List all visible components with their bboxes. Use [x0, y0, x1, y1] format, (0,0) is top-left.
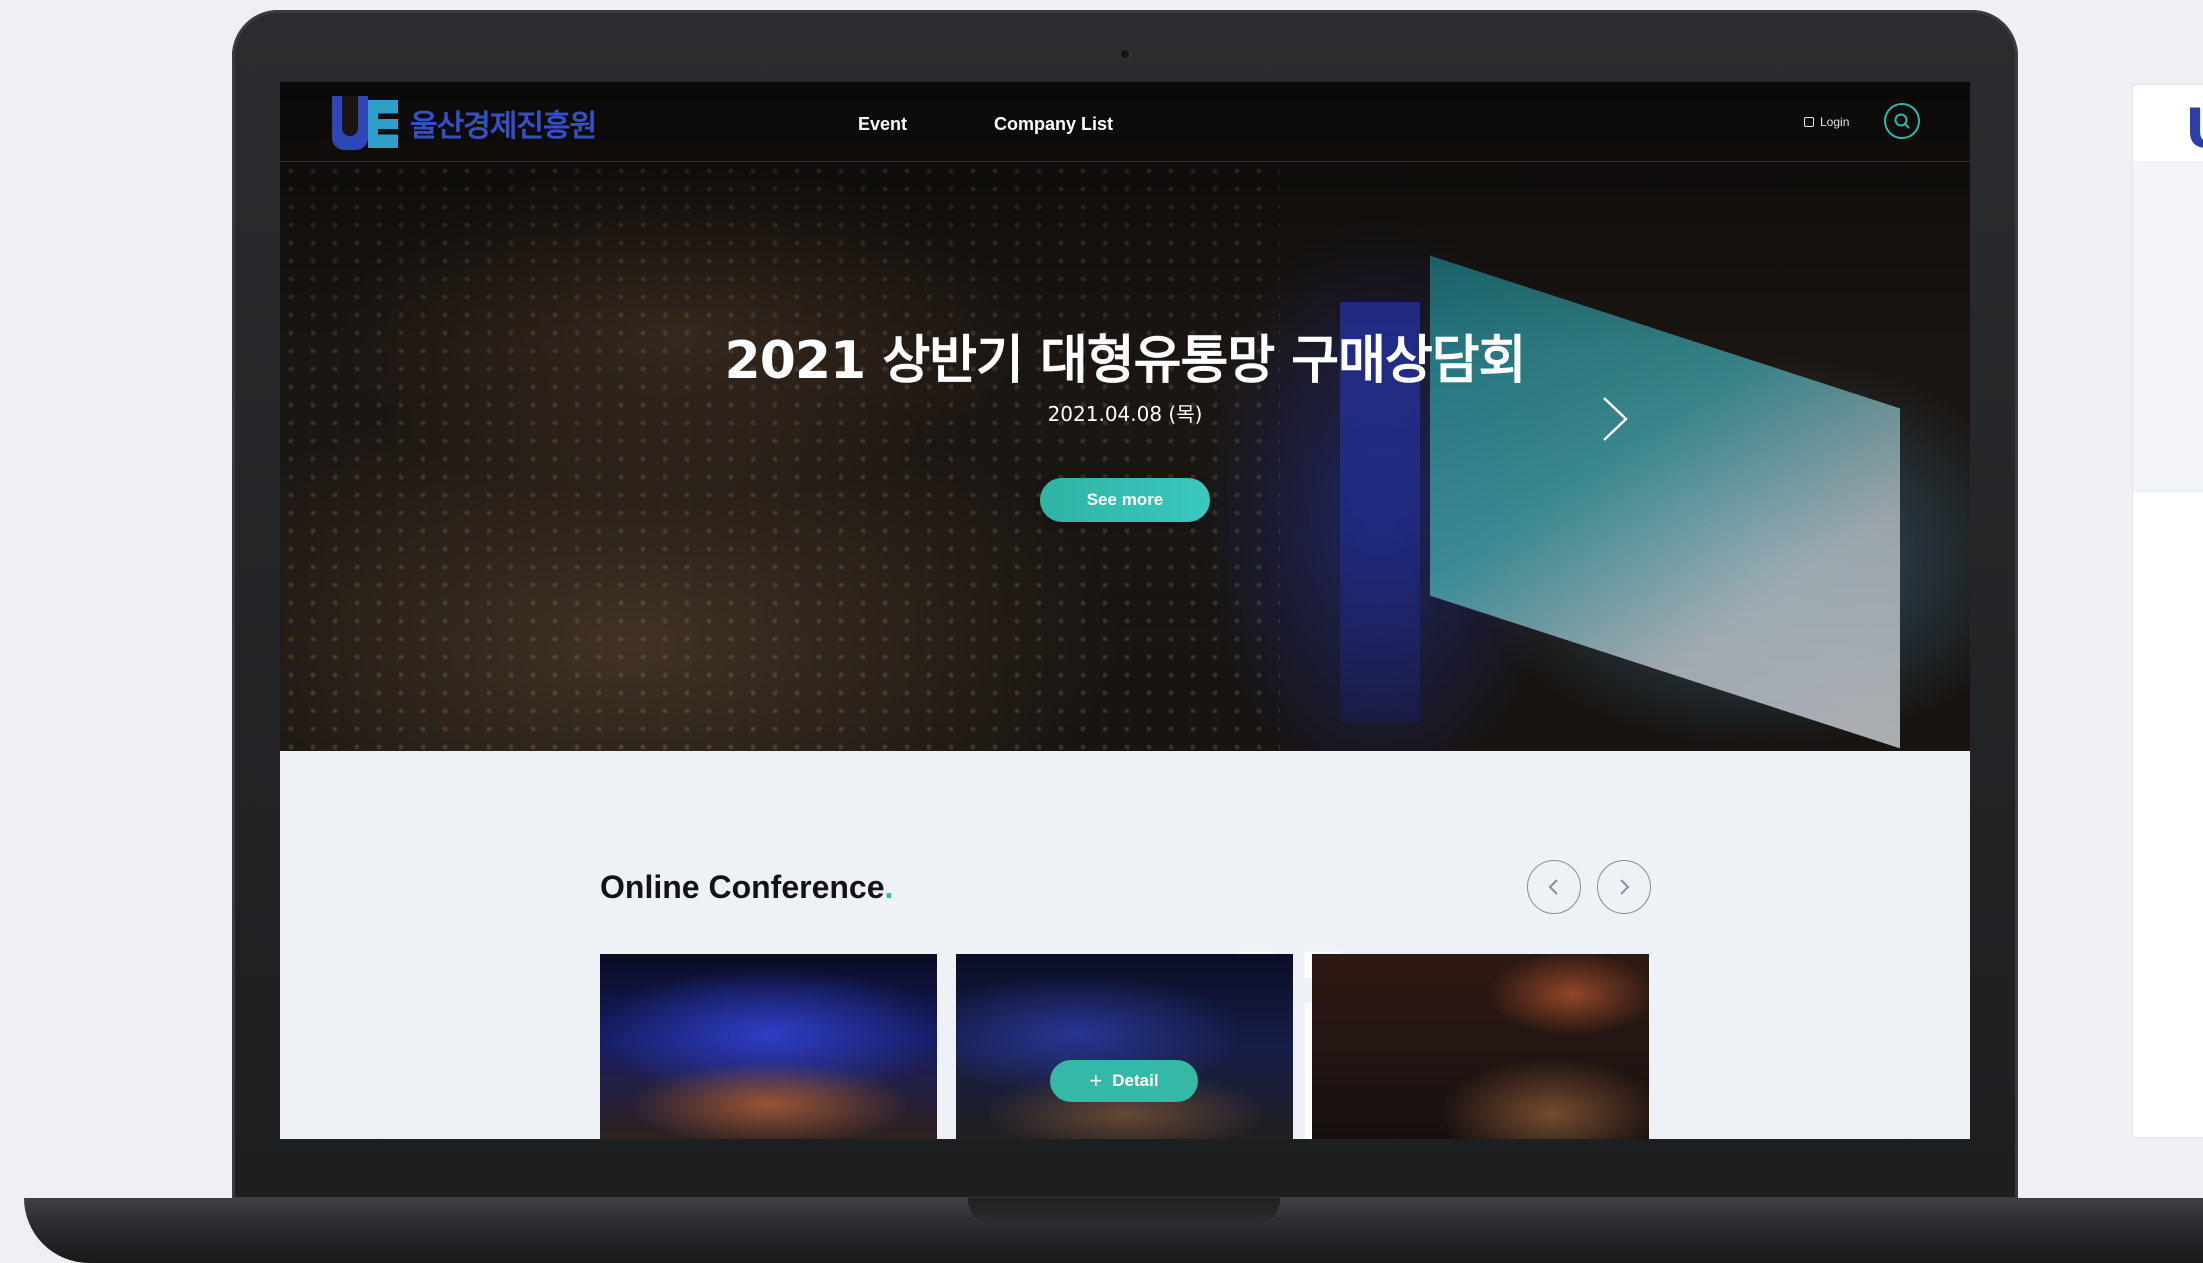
search-button[interactable] — [1884, 103, 1920, 139]
login-link[interactable]: Login — [1804, 115, 1849, 129]
hero-next-arrow-icon[interactable] — [1600, 394, 1630, 444]
conference-card[interactable] — [1312, 954, 1649, 1139]
conference-card-image — [1312, 954, 1649, 1139]
hero-banner: 울산경제진흥원 Event Company List Login 2021 상반… — [280, 82, 1970, 752]
carousel-prev-button[interactable] — [1527, 860, 1581, 914]
side-preview-hero — [2133, 163, 2203, 493]
nav-link-company-list[interactable]: Company List — [994, 114, 1113, 135]
conference-card[interactable]: + Detail — [956, 954, 1293, 1139]
chevron-left-icon — [1548, 879, 1558, 895]
section-title-dot: . — [884, 869, 894, 905]
chevron-right-icon — [1620, 879, 1630, 895]
conference-card-image — [600, 954, 937, 1139]
logo-mark-icon — [332, 96, 400, 150]
laptop-notch — [968, 1198, 1280, 1224]
conference-card-image — [956, 954, 1293, 1139]
site-logo[interactable]: 울산경제진흥원 — [332, 94, 597, 152]
camera-icon — [1119, 48, 1131, 60]
side-preview-card: U — [2132, 84, 2203, 1138]
logo-text: 울산경제진흥원 — [410, 109, 597, 144]
hero-date: 2021.04.08 (목) — [1047, 402, 1203, 426]
top-nav: 울산경제진흥원 Event Company List Login — [280, 82, 1970, 162]
nav-link-event[interactable]: Event — [858, 114, 907, 135]
section-title-text: Online Conference — [600, 869, 885, 905]
conference-card[interactable] — [600, 954, 937, 1139]
detail-label: Detail — [1112, 1071, 1159, 1090]
login-label: Login — [1820, 115, 1850, 129]
search-icon — [1894, 113, 1910, 129]
side-preview-logo: U — [2185, 97, 2203, 160]
plus-icon: + — [1089, 1068, 1103, 1093]
detail-button[interactable]: + Detail — [1050, 1060, 1198, 1102]
login-icon — [1804, 117, 1814, 127]
laptop-screen: 울산경제진흥원 Event Company List Login 2021 상반… — [280, 82, 1970, 1139]
carousel-next-button[interactable] — [1597, 860, 1651, 914]
see-more-button[interactable]: See more — [1040, 478, 1210, 522]
hero-title: 2021 상반기 대형유통망 구매상담회 — [724, 331, 1527, 391]
section-title: Online Conference. — [600, 869, 893, 906]
